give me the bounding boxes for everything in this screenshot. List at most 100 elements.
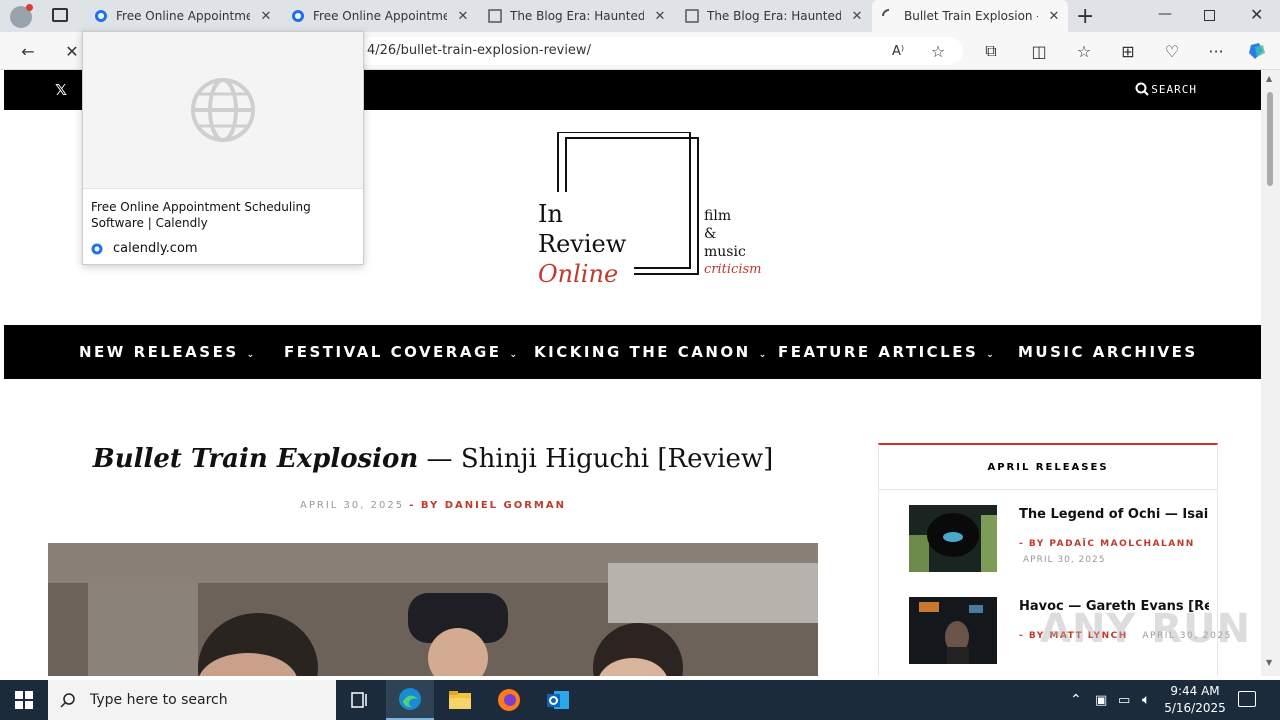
logo-in: In	[538, 200, 563, 228]
task-view-icon[interactable]	[336, 680, 384, 720]
collections-icon[interactable]: ⊞	[1117, 40, 1139, 62]
main-nav: NEW RELEASES ⌄ FESTIVAL COVERAGE ⌄ KICKING…	[4, 325, 1261, 379]
tab-calendly-1[interactable]: Free Online Appointment ✕	[84, 0, 280, 32]
chevron-down-icon: ⌄	[246, 350, 255, 360]
article-title-rest: — Shinji Higuchi [Review]	[418, 444, 774, 474]
calendly-icon	[91, 243, 103, 254]
close-tab-icon[interactable]: ✕	[258, 9, 274, 24]
article-byline[interactable]: - BY DANIEL GORMAN	[409, 500, 566, 511]
more-menu-icon[interactable]: ···	[1205, 40, 1227, 62]
url-text: 4/26/bullet-train-explosion-review/	[367, 43, 591, 58]
close-window-icon[interactable]: ✕	[1250, 5, 1263, 24]
post-thumbnail[interactable]	[909, 505, 997, 572]
back-icon[interactable]: ←	[17, 40, 39, 62]
page-icon	[685, 9, 699, 23]
logo-tag-music: music	[704, 244, 746, 260]
taskbar-search[interactable]: Type here to search	[48, 680, 336, 720]
edge-taskbar-icon[interactable]	[386, 680, 434, 720]
search-icon[interactable]	[1135, 81, 1149, 100]
windows-start-icon[interactable]	[0, 680, 48, 720]
tab-bullet-train[interactable]: Bullet Train Explosion — ✕	[872, 0, 1068, 32]
split-screen-icon[interactable]: ◫	[1028, 40, 1050, 62]
search-label[interactable]: SEARCH	[1151, 83, 1197, 96]
chevron-up-icon[interactable]: ⌃	[1070, 680, 1082, 720]
logo-review: Review	[538, 230, 627, 258]
chevron-down-icon: ⌄	[509, 350, 518, 360]
post-thumbnail[interactable]	[909, 597, 997, 664]
logo-tag-film: film	[704, 208, 732, 224]
notification-icon[interactable]	[1238, 691, 1256, 707]
nav-music-archives[interactable]: MUSIC ARCHIVES	[1018, 325, 1198, 379]
nav-kicking-the-canon[interactable]: KICKING THE CANON ⌄	[534, 325, 766, 379]
tab-strip: Free Online Appointment ✕ Free Online Ap…	[0, 0, 1280, 32]
meet-now-icon[interactable]: ▣	[1095, 680, 1107, 720]
sidebar-heading: APRIL RELEASES	[879, 445, 1217, 490]
tab-title: The Blog Era: Haunted H	[510, 9, 644, 23]
x-twitter-icon[interactable]: 𝕏	[55, 81, 67, 99]
performance-icon[interactable]: ♡	[1161, 40, 1183, 62]
file-explorer-icon[interactable]	[436, 680, 484, 720]
profile-icon[interactable]	[10, 4, 33, 28]
windows-taskbar: Type here to search ⌃ ▣ ▭ 🔈︎ 9:44 AM 5/1…	[0, 680, 1280, 720]
preview-domain: calendly.com	[91, 241, 198, 256]
copilot-icon[interactable]	[1246, 40, 1268, 62]
close-tab-icon[interactable]: ✕	[849, 9, 865, 24]
preview-title: Free Online Appointment Scheduling Softw…	[91, 200, 311, 230]
sidebar-post[interactable]: The Legend of Ochi — Isai... - BY PADAÏC…	[909, 505, 1209, 575]
tab-title: Bullet Train Explosion —	[904, 9, 1038, 23]
outlook-icon[interactable]	[534, 680, 582, 720]
article-meta: APRIL 30, 2025 - BY DANIEL GORMAN	[48, 500, 818, 511]
logo-tag-amp: &	[704, 226, 717, 242]
search-icon	[60, 693, 75, 708]
post-author[interactable]: - BY PADAÏC MAOLCHALANN	[1019, 539, 1195, 549]
tab-calendly-2[interactable]: Free Online Appointment ✕	[281, 0, 477, 32]
tab-hover-preview: Free Online Appointment Scheduling Softw…	[82, 31, 364, 265]
logo-tag-criticism: criticism	[704, 262, 762, 277]
page-scrollbar[interactable]: ▲ ▼	[1261, 70, 1280, 676]
close-tab-icon[interactable]: ✕	[1046, 9, 1062, 24]
favorite-star-icon[interactable]: ☆	[927, 40, 949, 62]
nav-feature-articles[interactable]: FEATURE ARTICLES ⌄	[778, 325, 994, 379]
network-icon[interactable]: ▭	[1118, 680, 1130, 720]
chevron-down-icon: ⌄	[986, 350, 994, 360]
volume-icon[interactable]: 🔈︎	[1142, 680, 1150, 720]
minimize-icon[interactable]: —	[1158, 6, 1172, 22]
restore-icon[interactable]	[1204, 10, 1215, 21]
logo-online: Online	[538, 260, 619, 288]
system-clock[interactable]: 9:44 AM 5/16/2025	[1160, 683, 1230, 717]
clock-date: 5/16/2025	[1164, 701, 1226, 715]
favorites-icon[interactable]: ☆	[1073, 40, 1095, 62]
nav-festival-coverage[interactable]: FESTIVAL COVERAGE ⌄	[284, 325, 517, 379]
article-title-italic: Bullet Train Explosion	[92, 444, 419, 474]
stop-loading-icon[interactable]: ✕	[61, 40, 83, 62]
firefox-icon[interactable]	[485, 680, 533, 720]
scrollbar-thumb[interactable]	[1267, 92, 1273, 186]
taskbar-search-placeholder: Type here to search	[90, 692, 228, 708]
clock-time: 9:44 AM	[1170, 684, 1220, 698]
nav-new-releases[interactable]: NEW RELEASES ⌄	[79, 325, 254, 379]
tab-blog-era-2[interactable]: The Blog Era: Haunted H ✕	[675, 0, 871, 32]
scroll-down-icon[interactable]: ▼	[1266, 658, 1272, 667]
article-date: APRIL 30, 2025	[300, 500, 405, 511]
page-icon	[488, 9, 502, 23]
article-title: Bullet Train Explosion — Shinji Higuchi …	[48, 444, 818, 474]
new-tab-icon[interactable]: +	[1076, 4, 1094, 29]
tab-title: Free Online Appointment	[313, 9, 447, 23]
tab-title: Free Online Appointment	[116, 9, 250, 23]
loading-icon	[882, 9, 896, 23]
tab-blog-era-1[interactable]: The Blog Era: Haunted H ✕	[478, 0, 674, 32]
site-logo[interactable]: In Review Online film & music criticism	[534, 131, 764, 292]
close-tab-icon[interactable]: ✕	[455, 9, 471, 24]
post-title[interactable]: The Legend of Ochi — Isai...	[1019, 507, 1209, 522]
close-tab-icon[interactable]: ✕	[652, 9, 668, 24]
preview-domain-text: calendly.com	[113, 241, 198, 256]
watermark: ANY RUN	[1040, 606, 1252, 652]
preview-thumbnail	[83, 32, 363, 189]
scroll-up-icon[interactable]: ▲	[1266, 74, 1272, 83]
tab-actions-icon[interactable]	[52, 8, 68, 22]
address-bar[interactable]: 4/26/bullet-train-explosion-review/	[355, 37, 963, 65]
calendly-icon	[94, 9, 108, 23]
extensions-icon[interactable]: ⧉	[980, 40, 1002, 62]
read-aloud-icon[interactable]: A⁾	[887, 40, 909, 62]
globe-icon	[191, 78, 255, 146]
